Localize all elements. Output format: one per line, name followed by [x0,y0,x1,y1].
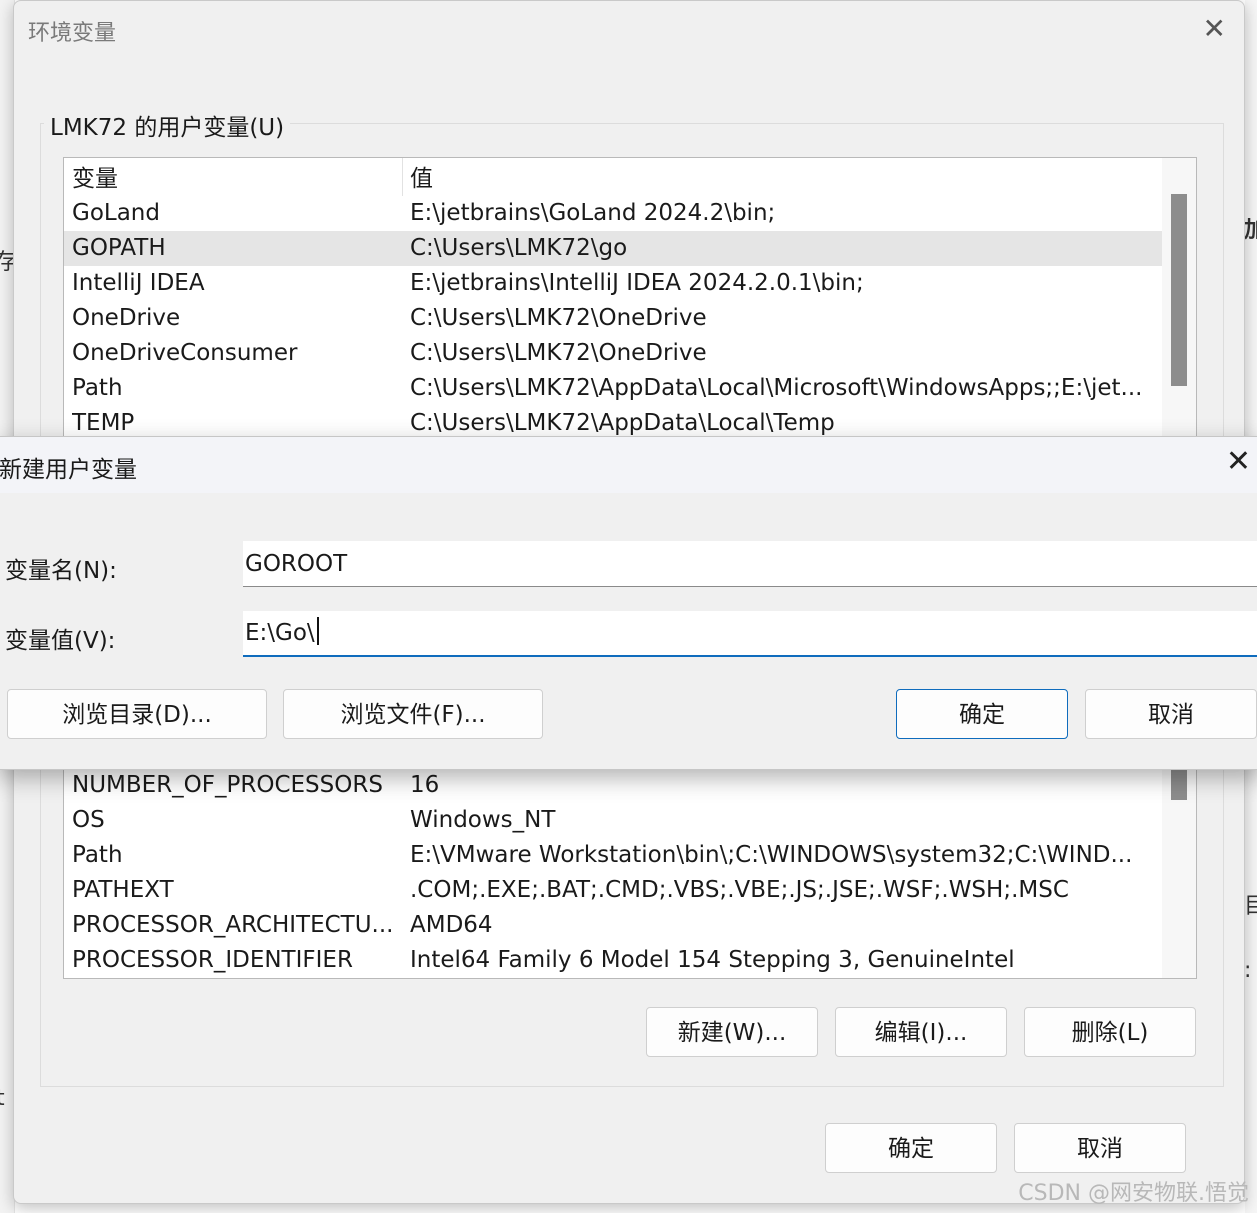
scroll-thumb[interactable] [1171,194,1187,386]
variable-name-cell: PROCESSOR_ARCHITECTU... [72,912,394,938]
user-list-scrollbar[interactable] [1162,158,1196,448]
text-caret [317,617,319,645]
background-text: : [1244,958,1252,983]
background-text: 目 [1244,894,1257,919]
variable-value-cell: AMD64 [410,912,493,938]
variable-value-label: 变量值(V): [5,628,116,654]
variable-name-label: 变量名(N): [5,558,117,584]
variable-name-cell: PROCESSOR_IDENTIFIER [72,947,353,973]
watermark: CSDN @网安物联.悟觉 [1018,1181,1249,1206]
title-bar: 新建用户变量 ✕ [0,437,1257,493]
new-var-cancel-button[interactable]: 取消 [1085,689,1257,739]
variable-value-cell: Intel64 Family 6 Model 154 Stepping 3, G… [410,947,1015,973]
table-row[interactable]: OneDriveConsumer C:\Users\LMK72\OneDrive [64,336,1196,371]
dialog-title: 新建用户变量 [0,457,137,483]
variable-value-cell: E:\VMware Workstation\bin\;C:\WINDOWS\sy… [410,842,1133,868]
close-icon[interactable]: ✕ [1203,15,1226,43]
table-row[interactable]: PATHEXT .COM;.EXE;.BAT;.CMD;.VBS;.VBE;.JS… [64,873,1196,908]
close-icon[interactable]: ✕ [1226,447,1251,477]
variable-value-cell: Windows_NT [410,807,556,833]
table-row[interactable]: GoLand E:\jetbrains\GoLand 2024.2\bin; [64,196,1196,231]
table-row[interactable]: IntelliJ IDEA E:\jetbrains\IntelliJ IDEA … [64,266,1196,301]
user-variables-list[interactable]: 变量 值 GoLand E:\jetbrains\GoLand 2024.2\bi… [63,157,1197,449]
variable-value-cell: E:\jetbrains\IntelliJ IDEA 2024.2.0.1\bi… [410,270,864,296]
system-edit-button[interactable]: 编辑(I)... [835,1007,1007,1057]
variable-name-cell: OS [72,807,105,833]
table-row[interactable]: PROCESSOR_ARCHITECTU... AMD64 [64,908,1196,943]
column-divider[interactable] [402,158,403,196]
variable-value-input[interactable] [243,611,1257,657]
column-header-variable[interactable]: 变量 [72,158,397,200]
table-row[interactable]: PROCESSOR_IDENTIFIER Intel64 Family 6 Mod… [64,943,1196,978]
table-row[interactable]: Path C:\Users\LMK72\AppData\Local\Microso… [64,371,1196,406]
variable-value-cell: C:\Users\LMK72\go [410,235,628,261]
browse-directory-button[interactable]: 浏览目录(D)... [7,689,267,739]
background-text: 加 [1244,218,1257,243]
variable-name-cell: GoLand [72,200,160,226]
new-var-ok-button[interactable]: 确定 [896,689,1068,739]
variable-value-cell: C:\Users\LMK72\OneDrive [410,305,707,331]
list-header: 变量 值 [64,158,1196,196]
column-header-value[interactable]: 值 [410,158,1155,200]
table-row[interactable]: NUMBER_OF_PROCESSORS 16 [64,768,1196,803]
table-row[interactable]: OS Windows_NT [64,803,1196,838]
env-ok-button[interactable]: 确定 [825,1123,997,1173]
table-row[interactable]: Path E:\VMware Workstation\bin\;C:\WINDOW… [64,838,1196,873]
system-list-scrollbar[interactable] [1162,766,1196,978]
variable-name-cell: Path [72,375,123,401]
variable-name-input[interactable] [243,541,1257,587]
variable-name-cell: GOPATH [72,235,166,261]
variable-name-cell: OneDriveConsumer [72,340,298,366]
variable-value-cell: E:\jetbrains\GoLand 2024.2\bin; [410,200,776,226]
variable-name-cell: OneDrive [72,305,181,331]
dialog-title: 环境变量 [28,21,117,46]
scroll-thumb[interactable] [1171,766,1187,800]
variable-name-cell: NUMBER_OF_PROCESSORS [72,772,383,798]
system-delete-button[interactable]: 删除(L) [1024,1007,1196,1057]
variable-value-cell: 16 [410,772,440,798]
variable-value-cell: .COM;.EXE;.BAT;.CMD;.VBS;.VBE;.JS;.JSE;.… [410,877,1069,903]
variable-value-cell: C:\Users\LMK72\AppData\Local\Microsoft\W… [410,375,1143,401]
table-row[interactable]: OneDrive C:\Users\LMK72\OneDrive [64,301,1196,336]
browse-file-button[interactable]: 浏览文件(F)... [283,689,543,739]
system-new-button[interactable]: 新建(W)... [646,1007,818,1057]
user-variables-legend: LMK72 的用户变量(U) [44,108,291,142]
variable-name-cell: IntelliJ IDEA [72,270,205,296]
variable-name-cell: Path [72,842,123,868]
table-row[interactable]: GOPATH C:\Users\LMK72\go [64,231,1196,266]
variable-name-cell: PATHEXT [72,877,174,903]
background-text: t [0,1086,5,1111]
env-cancel-button[interactable]: 取消 [1014,1123,1186,1173]
new-user-variable-dialog: 新建用户变量 ✕ 变量名(N): 变量值(V): 浏览目录(D)... 浏览文件… [0,436,1257,770]
system-variables-list[interactable]: NUMBER_OF_PROCESSORS 16 OS Windows_NT Path E:… [63,766,1197,979]
variable-value-cell: C:\Users\LMK72\OneDrive [410,340,707,366]
